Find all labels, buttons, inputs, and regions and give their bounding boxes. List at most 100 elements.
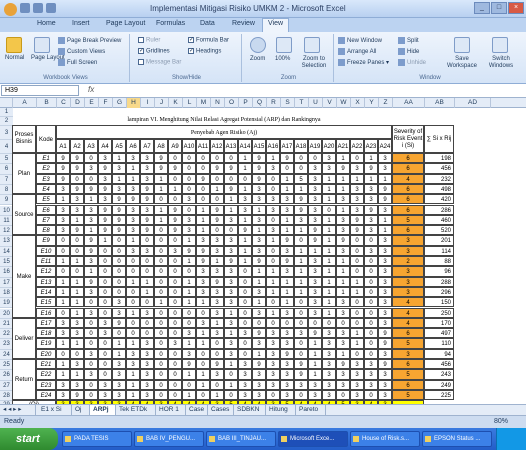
relation-value[interactable]: 1	[112, 338, 126, 349]
tab-home[interactable]: Home	[37, 20, 56, 27]
sum-value[interactable]: 88	[424, 256, 454, 267]
relation-value[interactable]: 3	[56, 317, 70, 329]
column-header-D[interactable]: D	[71, 98, 85, 108]
relation-value[interactable]: 0	[224, 225, 238, 236]
relation-value[interactable]: 3	[266, 225, 280, 236]
relation-value[interactable]: 0	[70, 245, 84, 256]
relation-value[interactable]: 9	[56, 163, 70, 174]
relation-value[interactable]: 0	[84, 173, 98, 184]
sheet-tab[interactable]: E1 x Si	[38, 405, 72, 415]
agent-header[interactable]: A11	[196, 139, 210, 153]
relation-value[interactable]: 1	[182, 235, 196, 246]
relation-value[interactable]: 9	[252, 256, 266, 267]
relation-value[interactable]: 0	[182, 153, 196, 164]
relation-value[interactable]: 9	[140, 183, 154, 195]
relation-value[interactable]: 0	[294, 389, 308, 401]
relation-value[interactable]: 1	[56, 286, 70, 298]
agent-header[interactable]: A24	[378, 139, 392, 153]
severity-value[interactable]: 4	[392, 317, 424, 329]
severity-value[interactable]: 2	[392, 256, 424, 267]
severity-value[interactable]: 6	[392, 194, 424, 205]
relation-value[interactable]: 3	[126, 183, 140, 195]
relation-value[interactable]: 0	[182, 163, 196, 174]
agent-header[interactable]: A19	[308, 139, 322, 153]
relation-value[interactable]: 3	[182, 194, 196, 205]
message-bar-checkbox[interactable]: Message Bar	[138, 59, 181, 66]
relation-value[interactable]: 9	[378, 338, 392, 349]
relation-value[interactable]: 3	[252, 379, 266, 390]
column-header-P[interactable]: P	[239, 98, 253, 108]
relation-value[interactable]: 9	[378, 183, 392, 195]
severity-value[interactable]: 3	[392, 348, 424, 359]
severity-value[interactable]: 5	[392, 338, 424, 349]
freeze-panes-button[interactable]: Freeze Panes ▾	[338, 59, 389, 66]
relation-value[interactable]: 9	[70, 153, 84, 164]
relation-value[interactable]: 9	[224, 183, 238, 195]
relation-value[interactable]: 0	[154, 245, 168, 256]
relation-value[interactable]: 3	[280, 194, 294, 205]
relation-value[interactable]: 9	[364, 204, 378, 215]
process-group-label[interactable]: Deliver	[12, 317, 36, 359]
relation-value[interactable]: 3	[210, 297, 224, 308]
relation-value[interactable]: 1	[238, 256, 252, 267]
relation-value[interactable]: 0	[294, 348, 308, 359]
process-group-label[interactable]: Return	[12, 359, 36, 401]
column-header-I[interactable]: I	[141, 98, 155, 108]
relation-value[interactable]: 3	[224, 245, 238, 256]
relation-value[interactable]: 1	[322, 307, 336, 318]
sum-value[interactable]: 420	[424, 194, 454, 205]
relation-value[interactable]: 3	[196, 235, 210, 246]
relation-value[interactable]: 0	[70, 173, 84, 184]
relation-value[interactable]: 0	[70, 348, 84, 359]
relation-value[interactable]: 3	[364, 214, 378, 226]
relation-value[interactable]: 3	[252, 307, 266, 318]
relation-value[interactable]: 3	[112, 369, 126, 380]
severity-value[interactable]: 3	[392, 276, 424, 287]
relation-value[interactable]: 3	[322, 379, 336, 390]
relation-value[interactable]: 3	[70, 328, 84, 339]
relation-value[interactable]: 0	[210, 348, 224, 359]
relation-value[interactable]: 0	[350, 153, 364, 164]
sum-value[interactable]: 456	[424, 359, 454, 370]
relation-value[interactable]: 3	[112, 163, 126, 174]
relation-value[interactable]: 3	[378, 276, 392, 287]
relation-value[interactable]: 1	[210, 256, 224, 267]
relation-value[interactable]: 1	[126, 307, 140, 318]
relation-value[interactable]: 3	[210, 266, 224, 277]
relation-value[interactable]: 1	[126, 379, 140, 390]
sheet-tab[interactable]: HOR 1	[156, 405, 186, 415]
column-header-W[interactable]: W	[337, 98, 351, 108]
relation-value[interactable]: 0	[266, 317, 280, 329]
relation-value[interactable]: 3	[378, 297, 392, 308]
relation-value[interactable]: 1	[56, 369, 70, 380]
relation-value[interactable]: 1	[322, 245, 336, 256]
relation-value[interactable]: 0	[196, 194, 210, 205]
relation-value[interactable]: 3	[84, 204, 98, 215]
relation-value[interactable]: 0	[294, 235, 308, 246]
sheet-tab[interactable]: Hitung	[266, 405, 296, 415]
relation-value[interactable]: 9	[84, 183, 98, 195]
process-group-label[interactable]: Source	[12, 194, 36, 236]
relation-value[interactable]: 0	[140, 317, 154, 329]
relation-value[interactable]: 3	[266, 194, 280, 205]
agent-header[interactable]: A21	[336, 139, 350, 153]
relation-value[interactable]: 0	[70, 235, 84, 246]
full-screen-button[interactable]: Full Screen	[58, 59, 97, 66]
relation-value[interactable]: 0	[168, 266, 182, 277]
relation-value[interactable]: 1	[196, 297, 210, 308]
relation-value[interactable]: 1	[336, 173, 350, 184]
relation-value[interactable]: 1	[252, 266, 266, 277]
relation-value[interactable]: 1	[378, 214, 392, 226]
relation-value[interactable]: 3	[112, 307, 126, 318]
sum-value[interactable]: 288	[424, 276, 454, 287]
relation-value[interactable]: 3	[210, 369, 224, 380]
relation-value[interactable]: 1	[350, 276, 364, 287]
relation-value[interactable]: 3	[98, 389, 112, 401]
severity-value[interactable]: 4	[392, 307, 424, 318]
relation-value[interactable]: 0	[266, 245, 280, 256]
relation-value[interactable]: 9	[112, 317, 126, 329]
relation-value[interactable]: 3	[182, 328, 196, 339]
zoom-to-selection-button[interactable]: Zoom to Selection	[296, 56, 332, 70]
relation-value[interactable]: 0	[98, 307, 112, 318]
column-header-AD[interactable]: AD	[455, 98, 491, 108]
